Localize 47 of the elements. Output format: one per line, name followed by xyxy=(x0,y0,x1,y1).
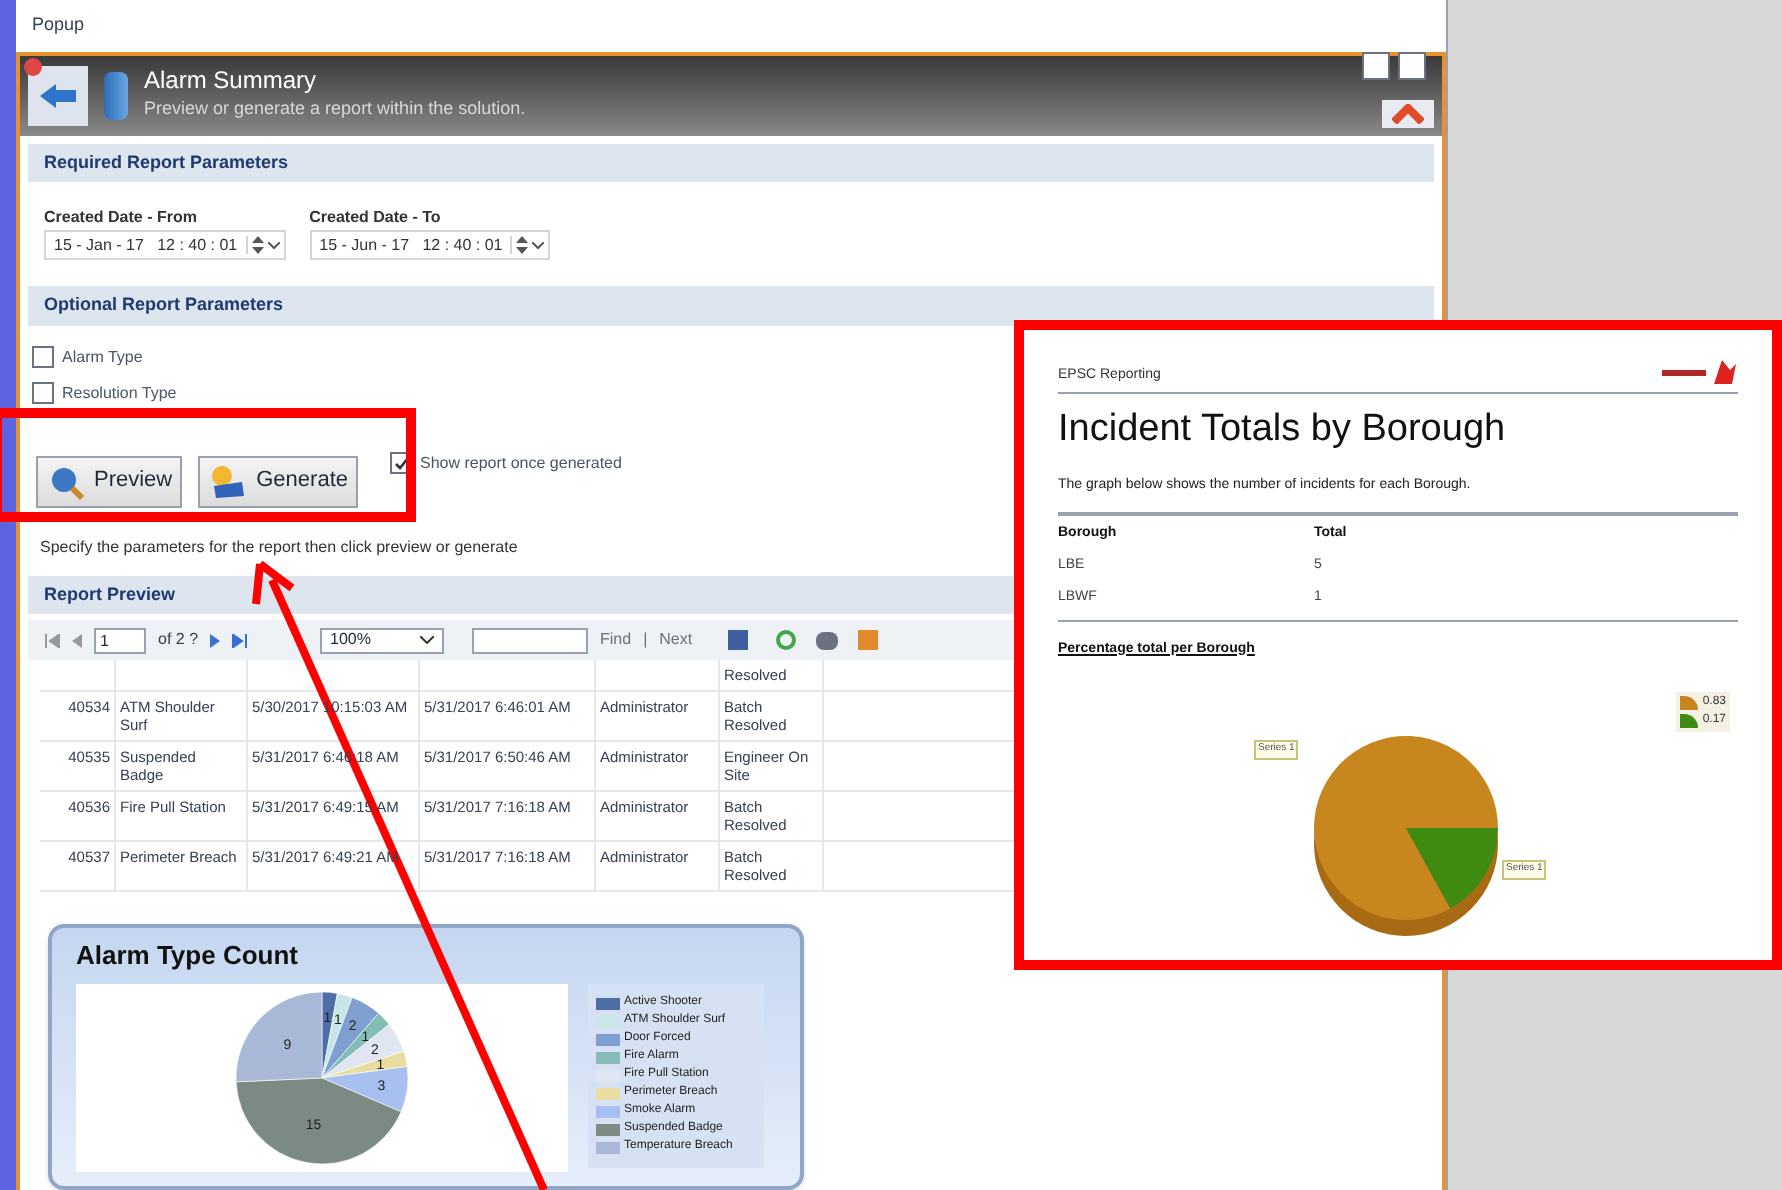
separator-text: | xyxy=(643,628,648,652)
pie-slice xyxy=(321,1023,405,1078)
caret-icon xyxy=(267,241,280,249)
grid-refresh-icon[interactable] xyxy=(1362,51,1390,79)
chart-title: Alarm Type Count xyxy=(76,938,300,974)
find-link[interactable]: Find xyxy=(600,628,632,652)
section-header: Optional Report Parameters xyxy=(28,286,1434,325)
save-icon[interactable] xyxy=(728,630,749,650)
pie-slice xyxy=(235,1076,402,1164)
book-sun-icon xyxy=(208,463,249,499)
generate-button[interactable]: Generate xyxy=(198,455,358,507)
field-label: Created Date - To xyxy=(309,206,443,230)
hint-text: Specify the parameters for the report then click preview or generate xyxy=(40,535,518,559)
collapse-icon[interactable] xyxy=(1382,99,1434,127)
pie-slice xyxy=(321,996,379,1078)
date-field[interactable]: 15 - Jun - 17 12 : 40 : 01 xyxy=(309,230,551,260)
checkbox[interactable] xyxy=(32,382,54,404)
grid-delete-icon[interactable] xyxy=(1398,51,1426,79)
checkbox-label: Show report once generated xyxy=(420,451,622,475)
page-field[interactable]: 1 xyxy=(94,627,146,653)
caret-icon xyxy=(532,241,545,249)
page-count: of 2 ? xyxy=(158,628,199,652)
date-field[interactable]: 15 - Jan - 17 12 : 40 : 01 xyxy=(44,230,286,260)
report-title: Incident Totals by Borough xyxy=(1058,406,1508,454)
preview-button[interactable]: Preview xyxy=(36,455,183,507)
magnifier-icon xyxy=(46,463,86,499)
spin-arrows-icon xyxy=(516,236,529,254)
next-page-icon[interactable] xyxy=(210,633,221,647)
last-page-icon[interactable] xyxy=(232,633,249,647)
find-field[interactable] xyxy=(472,627,589,653)
header-subtitle: Preview or generate a report within the solution. xyxy=(144,96,526,123)
field-label: Created Date - From xyxy=(44,206,199,230)
option-label: Resolution Type xyxy=(62,381,177,405)
option-label: Alarm Type xyxy=(62,345,143,369)
header-title: Alarm Summary xyxy=(144,66,319,97)
checkbox[interactable] xyxy=(32,346,54,368)
zoom-select[interactable]: 100% xyxy=(320,627,445,653)
close-icon[interactable] xyxy=(24,57,42,75)
next-link[interactable]: Next xyxy=(659,628,693,652)
book-icon xyxy=(104,71,128,119)
first-page-icon[interactable] xyxy=(44,633,60,647)
previous-page-icon[interactable] xyxy=(72,633,82,647)
logo-icon xyxy=(1662,358,1738,386)
caret-icon xyxy=(420,636,435,644)
section-header: Required Report Parameters xyxy=(28,143,1434,182)
refresh-icon[interactable] xyxy=(776,630,797,650)
spin-arrows-icon xyxy=(251,236,264,254)
